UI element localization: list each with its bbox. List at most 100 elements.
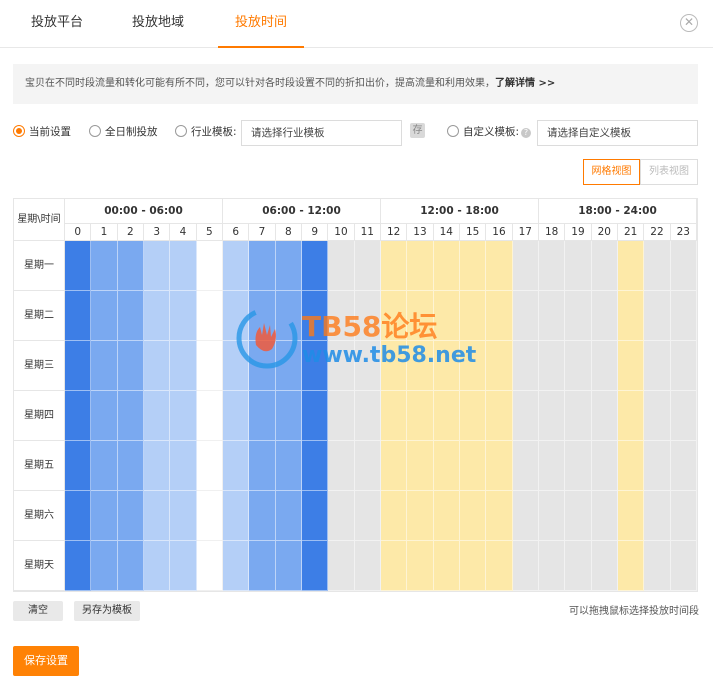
help-icon[interactable]: ? — [521, 128, 532, 138]
time-cell[interactable] — [381, 491, 408, 541]
time-cell[interactable] — [460, 441, 487, 491]
time-cell[interactable] — [117, 241, 144, 291]
time-cell[interactable] — [302, 391, 329, 441]
time-cell[interactable] — [591, 441, 618, 491]
radio-current-setting[interactable]: 当前设置 — [13, 124, 71, 140]
time-cell[interactable] — [407, 391, 434, 441]
time-cell[interactable] — [223, 441, 250, 491]
list-view-button[interactable]: 列表视图 — [640, 159, 698, 185]
time-cell[interactable] — [144, 541, 171, 591]
time-cell[interactable] — [91, 491, 118, 541]
time-cell[interactable] — [354, 491, 381, 541]
time-cell[interactable] — [223, 241, 250, 291]
time-cell[interactable] — [565, 391, 592, 441]
radio-all-day[interactable]: 全日制投放 — [89, 124, 158, 140]
time-cell[interactable] — [302, 291, 329, 341]
time-cell[interactable] — [223, 391, 250, 441]
time-cell[interactable] — [275, 491, 302, 541]
time-cell[interactable] — [117, 341, 144, 391]
time-cell[interactable] — [302, 541, 329, 591]
time-cell[interactable] — [91, 441, 118, 491]
time-cell[interactable] — [512, 541, 539, 591]
time-cell[interactable] — [407, 291, 434, 341]
time-cell[interactable] — [591, 341, 618, 391]
time-cell[interactable] — [170, 241, 197, 291]
time-cell[interactable] — [65, 491, 92, 541]
time-cell[interactable] — [196, 391, 223, 441]
time-cell[interactable] — [249, 491, 276, 541]
time-cell[interactable] — [670, 341, 697, 391]
time-cell[interactable] — [539, 341, 566, 391]
time-cell[interactable] — [302, 241, 329, 291]
time-cell[interactable] — [144, 291, 171, 341]
time-cell[interactable] — [170, 541, 197, 591]
time-cell[interactable] — [591, 241, 618, 291]
time-cell[interactable] — [539, 291, 566, 341]
time-cell[interactable] — [539, 391, 566, 441]
time-cell[interactable] — [486, 441, 513, 491]
time-cell[interactable] — [565, 291, 592, 341]
time-cell[interactable] — [512, 291, 539, 341]
time-cell[interactable] — [486, 241, 513, 291]
time-cell[interactable] — [170, 291, 197, 341]
time-cell[interactable] — [381, 441, 408, 491]
time-cell[interactable] — [328, 341, 355, 391]
time-cell[interactable] — [618, 341, 645, 391]
tab-region[interactable]: 投放地域 — [117, 0, 199, 48]
time-cell[interactable] — [275, 391, 302, 441]
time-cell[interactable] — [512, 441, 539, 491]
time-cell[interactable] — [275, 541, 302, 591]
time-cell[interactable] — [117, 441, 144, 491]
time-cell[interactable] — [381, 241, 408, 291]
close-icon[interactable]: ✕ — [680, 14, 698, 32]
time-cell[interactable] — [644, 391, 671, 441]
time-cell[interactable] — [196, 441, 223, 491]
time-cell[interactable] — [433, 491, 460, 541]
industry-template-select[interactable]: 请选择行业模板 — [241, 120, 402, 146]
time-cell[interactable] — [644, 341, 671, 391]
time-cell[interactable] — [460, 291, 487, 341]
tab-time[interactable]: 投放时间 — [218, 0, 304, 48]
time-cell[interactable] — [354, 391, 381, 441]
time-cell[interactable] — [381, 341, 408, 391]
time-cell[interactable] — [223, 491, 250, 541]
time-cell[interactable] — [670, 441, 697, 491]
time-cell[interactable] — [591, 391, 618, 441]
time-cell[interactable] — [618, 491, 645, 541]
time-cell[interactable] — [65, 241, 92, 291]
time-cell[interactable] — [275, 241, 302, 291]
time-cell[interactable] — [618, 541, 645, 591]
time-cell[interactable] — [275, 441, 302, 491]
time-cell[interactable] — [512, 391, 539, 441]
tab-platform[interactable]: 投放平台 — [16, 0, 98, 48]
time-cell[interactable] — [144, 441, 171, 491]
time-cell[interactable] — [328, 441, 355, 491]
time-cell[interactable] — [249, 441, 276, 491]
time-cell[interactable] — [618, 441, 645, 491]
time-cell[interactable] — [249, 291, 276, 341]
time-cell[interactable] — [460, 491, 487, 541]
time-cell[interactable] — [91, 241, 118, 291]
time-cell[interactable] — [539, 441, 566, 491]
time-cell[interactable] — [354, 341, 381, 391]
time-cell[interactable] — [591, 541, 618, 591]
time-cell[interactable] — [407, 241, 434, 291]
time-cell[interactable] — [328, 241, 355, 291]
time-cell[interactable] — [644, 241, 671, 291]
time-cell[interactable] — [354, 291, 381, 341]
time-cell[interactable] — [302, 341, 329, 391]
custom-template-select[interactable]: 请选择自定义模板 — [537, 120, 698, 146]
time-cell[interactable] — [433, 291, 460, 341]
time-cell[interactable] — [170, 441, 197, 491]
time-cell[interactable] — [644, 491, 671, 541]
time-cell[interactable] — [117, 291, 144, 341]
time-cell[interactable] — [539, 491, 566, 541]
time-cell[interactable] — [486, 341, 513, 391]
time-cell[interactable] — [196, 291, 223, 341]
time-cell[interactable] — [328, 291, 355, 341]
time-cell[interactable] — [565, 341, 592, 391]
grid-view-button[interactable]: 网格视图 — [583, 159, 640, 185]
time-cell[interactable] — [644, 291, 671, 341]
time-cell[interactable] — [618, 291, 645, 341]
time-cell[interactable] — [407, 441, 434, 491]
